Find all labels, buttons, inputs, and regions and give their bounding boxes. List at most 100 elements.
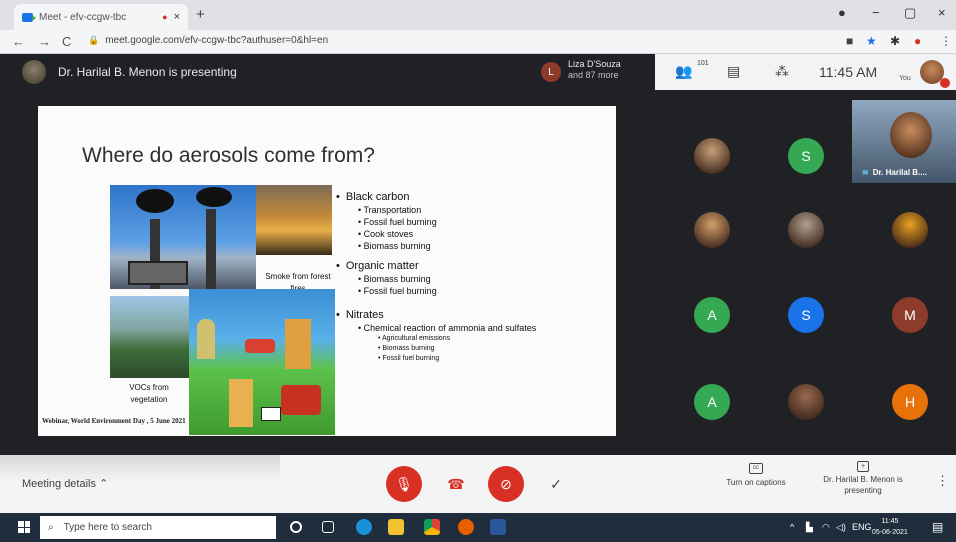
meeting-clock: 11:45 AM (819, 64, 878, 80)
bullet-heading: • Black carbon (336, 191, 410, 203)
meet-stage: Dr. Harilal B. Menon is presenting L Liz… (0, 54, 956, 455)
factory-smoke-image (110, 185, 256, 289)
chevron-up-icon: ⌃ (99, 478, 109, 490)
activities-icon[interactable]: ⁂ (775, 63, 789, 80)
bullet-item: • Fossil fuel burning (358, 286, 437, 296)
captions-icon: cc (749, 463, 763, 474)
slide-bullets: • Black carbon • Transportation • Fossil … (336, 191, 606, 364)
camera-icon[interactable]: ■ (846, 34, 853, 48)
volume-icon[interactable]: ◁) (836, 522, 846, 533)
forward-button[interactable]: → (38, 34, 51, 49)
window-close-button[interactable]: × (938, 5, 946, 20)
tab-close-icon[interactable]: × (174, 11, 180, 23)
word-icon[interactable] (490, 519, 506, 535)
camera-off-button[interactable]: ⊘ (488, 466, 524, 502)
wifi-icon[interactable]: ◠ (822, 522, 830, 533)
participant-initial-avatar[interactable]: S (788, 297, 824, 333)
minimize-button[interactable]: − (872, 5, 880, 20)
mic-off-icon: 🎙 (395, 475, 413, 492)
cortana-icon[interactable] (290, 521, 302, 533)
task-view-icon[interactable] (322, 521, 334, 533)
self-tile-label: ≋ Dr. Harilal B.... (862, 168, 927, 177)
slide-title: Where do aerosols come from? (82, 144, 375, 167)
participant-initial-avatar[interactable]: S (788, 138, 824, 174)
participant-photo-avatar[interactable] (694, 212, 730, 248)
reload-button[interactable]: C (62, 34, 71, 49)
profile-dot-icon[interactable]: ● (838, 5, 846, 20)
liza-more: and 87 more (568, 70, 619, 80)
mic-off-button[interactable]: 🎙 (386, 466, 422, 502)
tractor-shape (245, 339, 275, 353)
bullet-heading: • Organic matter (336, 260, 419, 272)
file-explorer-icon[interactable] (388, 519, 404, 535)
participant-photo-avatar[interactable] (788, 384, 824, 420)
bullet-heading: • Nitrates (336, 309, 384, 321)
liza-avatar: L (541, 62, 561, 82)
people-icon[interactable]: 👥 (675, 63, 692, 80)
network-icon[interactable]: ▙ (806, 522, 813, 533)
url-text: meet.google.com/efv-ccgw-tbc?authuser=0&… (105, 35, 329, 46)
you-label: You (899, 75, 911, 82)
profile-avatar-icon[interactable]: ● (914, 34, 921, 48)
arrow-shape (229, 379, 253, 427)
windows-taskbar: ⌕ Type here to search ^ ▙ ◠ ◁) ENG 11:45… (0, 513, 956, 542)
captions-button[interactable]: cc Turn on captions (718, 463, 794, 487)
meet-favicon-icon (22, 12, 36, 22)
present-icon: + (857, 461, 869, 472)
browser-menu-icon[interactable]: ⋮ (940, 34, 952, 48)
check-icon: ✓ (550, 475, 562, 492)
extensions-icon[interactable]: ✱ (890, 34, 900, 48)
language-indicator[interactable]: ENG (852, 522, 872, 532)
chrome-icon[interactable] (424, 519, 440, 535)
camera-off-icon: ⊘ (500, 475, 512, 492)
more-options-button[interactable]: ⋮ (936, 473, 949, 489)
tank-shape (281, 385, 321, 415)
meeting-details-button[interactable]: Meeting details ⌃ (22, 477, 108, 490)
leave-call-button[interactable]: ☎ (438, 466, 474, 502)
liza-name: Liza D'Souza (568, 59, 621, 69)
firefox-icon[interactable] (458, 519, 474, 535)
smoke-cloud-shape (196, 187, 232, 207)
participant-initial-avatar[interactable]: A (694, 297, 730, 333)
chat-icon[interactable]: ▤ (727, 63, 740, 80)
windows-start-icon[interactable] (18, 521, 30, 533)
smoke-cloud-shape (136, 189, 174, 213)
search-icon: ⌕ (48, 522, 54, 533)
notifications-icon[interactable]: ▤ (932, 520, 943, 534)
mic-active-icon: ≋ (862, 168, 869, 177)
bullet-subitem: • Biomass burning (378, 345, 435, 352)
tab-title: Meet - efv-ccgw-tbc (39, 11, 127, 23)
participant-photo-avatar[interactable] (694, 138, 730, 174)
url-field[interactable]: 🔒 meet.google.com/efv-ccgw-tbc?authuser=0… (88, 35, 328, 46)
participant-photo-avatar[interactable] (892, 212, 928, 248)
self-video-tile[interactable]: ≋ Dr. Harilal B.... (852, 100, 956, 183)
presenting-button[interactable]: + Dr. Harilal B. Menon is presenting (808, 461, 918, 496)
new-tab-button[interactable]: + (196, 6, 205, 23)
maximize-button[interactable]: ▢ (904, 5, 916, 21)
taskbar-search-input[interactable]: ⌕ Type here to search (40, 516, 276, 539)
raise-hand-button[interactable]: ✓ (538, 466, 574, 502)
browser-tab[interactable]: Meet - efv-ccgw-tbc ● × (14, 4, 188, 30)
bookmark-star-icon[interactable]: ★ (866, 34, 877, 48)
chimney-shape (206, 209, 216, 289)
bullet-subitem: • Fossil fuel burning (378, 355, 440, 362)
participant-initial-avatar[interactable]: M (892, 297, 928, 333)
presentation-slide: Where do aerosols come from? Smoke from … (38, 106, 616, 436)
participant-initial-avatar[interactable]: A (694, 384, 730, 420)
meet-control-bar: Meeting details ⌃ 🎙 ☎ ⊘ ✓ cc Turn on cap… (0, 455, 956, 513)
self-video-face (890, 112, 932, 158)
back-button[interactable]: ← (12, 34, 25, 49)
taskbar-clock[interactable]: 11:45 05-06-2021 (872, 516, 908, 538)
participant-count: 101 (697, 60, 709, 67)
slide-footer: Webinar, World Environment Day , 5 June … (42, 417, 186, 425)
meet-header-panel: 👥 101 ▤ ⁂ 11:45 AM You (655, 54, 956, 90)
bullet-item: • Fossil fuel burning (358, 217, 437, 227)
bullet-subitem: • Agricultural emissions (378, 335, 451, 342)
participant-initial-avatar[interactable]: H (892, 384, 928, 420)
tray-chevron-icon[interactable]: ^ (790, 522, 794, 532)
vocs-caption: VOCs from vegetation (129, 383, 169, 404)
participant-photo-avatar[interactable] (788, 212, 824, 248)
edge-icon[interactable] (356, 519, 372, 535)
truck-shape (128, 261, 188, 285)
bullet-item: • Biomass burning (358, 241, 431, 251)
